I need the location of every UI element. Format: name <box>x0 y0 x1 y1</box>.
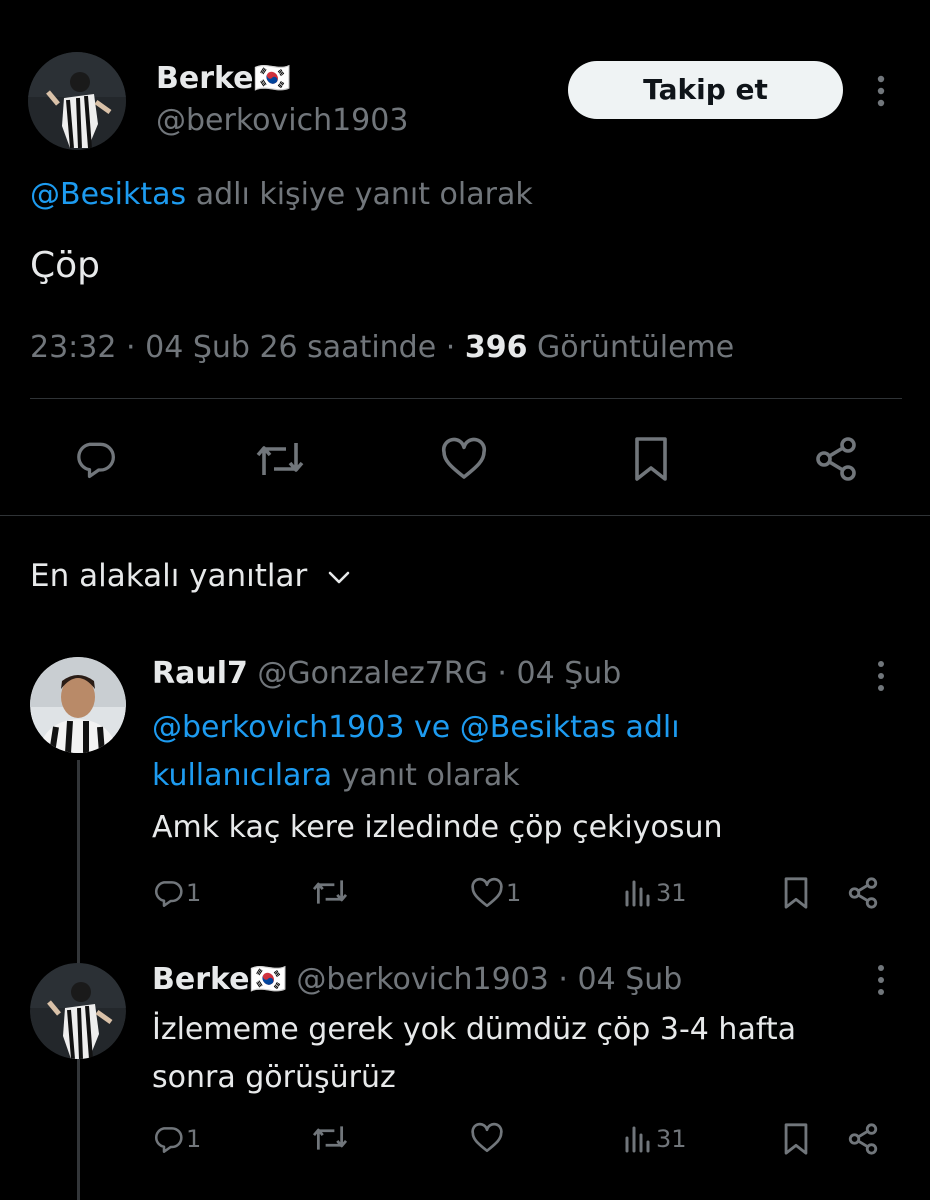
tweet-text: İzlememe gerek yok dümdüz çöp 3-4 hafta … <box>152 1006 796 1102</box>
reply-icon <box>152 877 184 909</box>
author-name[interactable]: Berke🇰🇷 <box>156 60 291 98</box>
author-name[interactable]: Berke🇰🇷 <box>152 962 287 997</box>
tweet-text-line: sonra görüşürüz <box>152 1060 396 1095</box>
reply-count: 1 <box>186 1125 202 1153</box>
chevron-down-icon <box>327 570 351 586</box>
retweet-icon[interactable] <box>311 876 349 908</box>
more-options-icon[interactable] <box>872 74 890 108</box>
author-name-text: Berke <box>152 962 250 997</box>
author-name-text: Berke <box>156 61 254 96</box>
like-icon[interactable] <box>470 1122 504 1154</box>
mention-link[interactable]: @Besiktas <box>30 177 186 212</box>
retweet-icon[interactable] <box>254 437 306 481</box>
users-link[interactable]: kullanıcılara <box>152 758 332 793</box>
section-divider <box>0 515 930 516</box>
more-options-icon[interactable] <box>873 964 889 996</box>
like-count: 1 <box>506 879 522 907</box>
divider <box>30 398 902 399</box>
author-handle[interactable]: @Gonzalez7RG <box>257 656 487 691</box>
retweet-icon[interactable] <box>311 1122 349 1154</box>
analytics-icon <box>624 1124 652 1154</box>
reply-context: @Besiktas adlı kişiye yanıt olarak <box>30 175 533 215</box>
views-action[interactable]: 31 <box>624 876 687 910</box>
author-name[interactable]: Raul7 <box>152 656 248 691</box>
tweet-date[interactable]: 04 Şub 26 saatinde <box>145 330 436 365</box>
flag-icon: 🇰🇷 <box>249 962 287 997</box>
avatar[interactable] <box>28 52 126 150</box>
views-action[interactable]: 31 <box>624 1122 687 1156</box>
tweet-time[interactable]: 23:32 <box>30 330 116 365</box>
view-count: 31 <box>656 1125 687 1153</box>
reply-context: @berkovich1903 ve @Besiktas adlı kullanı… <box>152 704 680 800</box>
reply-header: Raul7 @Gonzalez7RG · 04 Şub <box>152 654 621 694</box>
tweet-date[interactable]: 04 Şub <box>517 656 622 691</box>
tweet-text: Çöp <box>30 245 101 286</box>
tweet-text-line: İzlememe gerek yok dümdüz çöp 3-4 hafta <box>152 1012 797 1047</box>
tweet-date[interactable]: 04 Şub <box>577 962 682 997</box>
mention-link[interactable]: @Besiktas adlı <box>460 710 680 745</box>
author-handle[interactable]: @berkovich1903 <box>156 102 408 140</box>
avatar[interactable] <box>30 657 126 753</box>
mention-conjunction: ve <box>413 710 451 745</box>
reply-context-text: adlı kişiye yanıt olarak <box>195 177 533 212</box>
meta-separator: · <box>497 656 507 691</box>
flag-icon: 🇰🇷 <box>253 61 291 96</box>
reply-icon[interactable] <box>72 437 118 481</box>
reply-context-text: yanıt olarak <box>341 758 520 793</box>
bookmark-icon[interactable] <box>782 1122 810 1156</box>
avatar[interactable] <box>30 963 126 1059</box>
reply-action[interactable]: 1 <box>152 876 201 910</box>
follow-button[interactable]: Takip et <box>568 61 843 119</box>
reply-header: Berke🇰🇷 @berkovich1903 · 04 Şub <box>152 960 682 1000</box>
replies-sort-dropdown[interactable]: En alakalı yanıtlar <box>30 555 351 597</box>
meta-separator: · <box>445 330 456 365</box>
share-icon[interactable] <box>812 435 860 483</box>
author-handle[interactable]: @berkovich1903 <box>296 962 548 997</box>
views-count: 396 <box>464 330 528 365</box>
share-icon[interactable] <box>846 876 880 910</box>
bookmark-icon[interactable] <box>782 876 810 910</box>
reply-action[interactable]: 1 <box>152 1122 201 1156</box>
like-action[interactable]: 1 <box>470 876 521 910</box>
more-options-icon[interactable] <box>873 660 889 692</box>
reply-context-line: kullanıcılara yanıt olarak <box>152 752 680 800</box>
reply-context-line: @berkovich1903 ve @Besiktas adlı <box>152 704 680 752</box>
meta-separator: · <box>126 330 136 365</box>
mention-link[interactable]: @berkovich1903 <box>152 710 404 745</box>
share-icon[interactable] <box>846 1122 880 1156</box>
like-icon[interactable] <box>440 437 488 481</box>
analytics-icon <box>624 878 652 908</box>
reply-count: 1 <box>186 879 202 907</box>
tweet-meta: 23:32 · 04 Şub 26 saatinde · 396 Görüntü… <box>30 328 734 368</box>
meta-separator: · <box>558 962 568 997</box>
bookmark-icon[interactable] <box>632 435 670 483</box>
views-label: Görüntüleme <box>537 330 735 365</box>
like-icon <box>470 877 504 909</box>
replies-sort-label: En alakalı yanıtlar <box>30 558 308 594</box>
tweet-text: Amk kaç kere izledinde çöp çekiyosun <box>152 810 723 845</box>
reply-icon <box>152 1123 184 1155</box>
view-count: 31 <box>656 879 687 907</box>
